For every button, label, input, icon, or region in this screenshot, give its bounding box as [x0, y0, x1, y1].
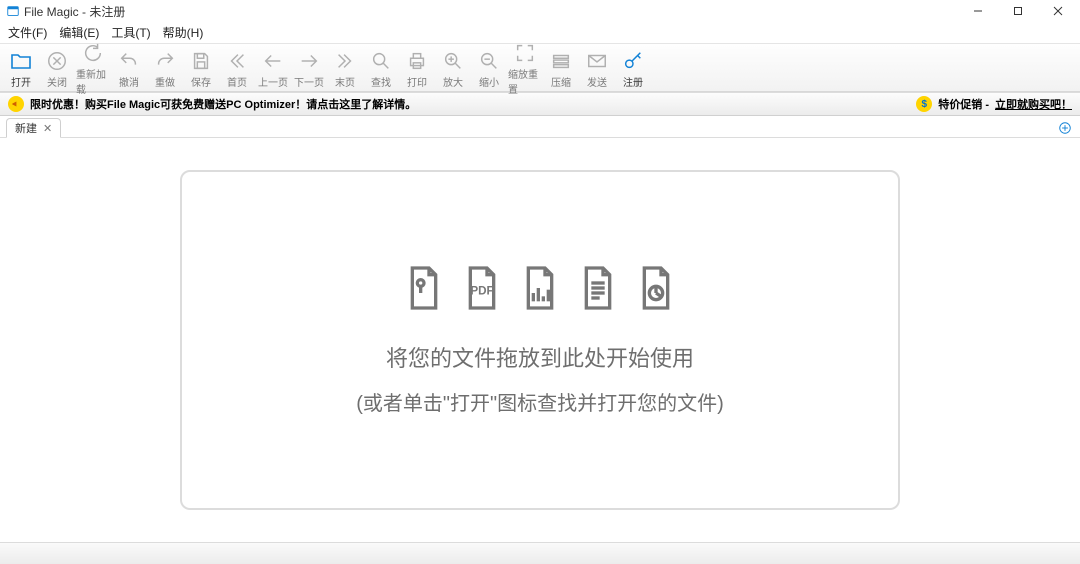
toolbar-label: 保存 — [191, 74, 211, 89]
find-button[interactable]: 查找 — [364, 49, 398, 89]
zoom-out-icon — [477, 49, 501, 73]
toolbar: 打开 关闭 重新加载 撤消 重做 保存 首页 — [0, 44, 1080, 92]
file-type-icons: PDF — [404, 264, 676, 317]
title-bar: File Magic - 未注册 — [0, 0, 1080, 22]
tab-bar: 新建 ✕ — [0, 116, 1080, 138]
open-button[interactable]: 打开 — [4, 49, 38, 89]
undo-icon — [117, 49, 141, 73]
dropzone-line1: 将您的文件拖放到此处开始使用 — [386, 341, 694, 373]
promo-right[interactable]: $ 特价促销 - 立即就购买吧！ — [916, 96, 1072, 112]
toolbar-label: 重新加载 — [76, 66, 110, 96]
toolbar-label: 下一页 — [294, 74, 324, 89]
tab-new[interactable]: 新建 ✕ — [6, 118, 61, 138]
promo-left-text: 限时优惠！购买File Magic可获免费赠送PC Optimizer！请点击这… — [30, 96, 416, 112]
main-area: PDF 将您的文件拖放到此处开始使用 (或者单击"打开"图标查找并打开您的文件) — [0, 138, 1080, 542]
toolbar-label: 打开 — [11, 74, 31, 89]
archive-file-icon — [404, 264, 444, 317]
close-file-button[interactable]: 关闭 — [40, 49, 74, 89]
toolbar-label: 压缩 — [551, 74, 571, 89]
last-page-button[interactable]: 末页 — [328, 49, 362, 89]
close-button[interactable] — [1038, 0, 1078, 22]
key-icon — [621, 49, 645, 73]
reload-icon — [81, 41, 105, 65]
svg-text:PDF: PDF — [470, 285, 493, 298]
tab-label: 新建 — [15, 120, 37, 136]
status-bar — [0, 542, 1080, 564]
toolbar-label: 发送 — [587, 74, 607, 89]
piechart-file-icon — [636, 264, 676, 317]
zoom-in-button[interactable]: 放大 — [436, 49, 470, 89]
zoom-reset-icon — [513, 41, 537, 65]
toolbar-label: 缩小 — [479, 74, 499, 89]
save-button[interactable]: 保存 — [184, 49, 218, 89]
close-circle-icon — [45, 49, 69, 73]
dollar-icon: $ — [916, 96, 932, 112]
next-page-button[interactable]: 下一页 — [292, 49, 326, 89]
promo-right-label: 特价促销 - — [938, 96, 989, 112]
folder-open-icon — [9, 49, 33, 73]
toolbar-label: 缩放重置 — [508, 66, 542, 96]
megaphone-icon — [8, 96, 24, 112]
first-page-icon — [225, 49, 249, 73]
compress-icon — [549, 49, 573, 73]
promo-buy-link[interactable]: 立即就购买吧！ — [995, 96, 1072, 112]
app-icon — [6, 4, 20, 18]
register-button[interactable]: 注册 — [616, 49, 650, 89]
zoom-in-icon — [441, 49, 465, 73]
text-file-icon — [578, 264, 618, 317]
reload-button[interactable]: 重新加载 — [76, 41, 110, 96]
maximize-button[interactable] — [998, 0, 1038, 22]
dropzone-line2: (或者单击"打开"图标查找并打开您的文件) — [356, 387, 724, 416]
toolbar-label: 首页 — [227, 74, 247, 89]
compress-button[interactable]: 压缩 — [544, 49, 578, 89]
arrow-left-icon — [261, 49, 285, 73]
save-icon — [189, 49, 213, 73]
menu-tools[interactable]: 工具(T) — [111, 24, 150, 41]
chart-file-icon — [520, 264, 560, 317]
toolbar-label: 重做 — [155, 74, 175, 89]
new-tab-button[interactable] — [1056, 119, 1074, 137]
search-icon — [369, 49, 393, 73]
menu-help[interactable]: 帮助(H) — [163, 24, 204, 41]
window-controls — [958, 0, 1078, 22]
promo-left[interactable]: 限时优惠！购买File Magic可获免费赠送PC Optimizer！请点击这… — [8, 96, 416, 112]
menu-edit[interactable]: 编辑(E) — [59, 24, 99, 41]
tab-close-icon[interactable]: ✕ — [43, 122, 52, 135]
undo-button[interactable]: 撤消 — [112, 49, 146, 89]
last-page-icon — [333, 49, 357, 73]
redo-icon — [153, 49, 177, 73]
print-button[interactable]: 打印 — [400, 49, 434, 89]
zoom-reset-button[interactable]: 缩放重置 — [508, 41, 542, 96]
drop-zone[interactable]: PDF 将您的文件拖放到此处开始使用 (或者单击"打开"图标查找并打开您的文件) — [180, 170, 900, 510]
toolbar-label: 放大 — [443, 74, 463, 89]
first-page-button[interactable]: 首页 — [220, 49, 254, 89]
pdf-file-icon: PDF — [462, 264, 502, 317]
send-button[interactable]: 发送 — [580, 49, 614, 89]
toolbar-label: 上一页 — [258, 74, 288, 89]
redo-button[interactable]: 重做 — [148, 49, 182, 89]
toolbar-label: 打印 — [407, 74, 427, 89]
toolbar-label: 末页 — [335, 74, 355, 89]
prev-page-button[interactable]: 上一页 — [256, 49, 290, 89]
envelope-icon — [585, 49, 609, 73]
toolbar-label: 撤消 — [119, 74, 139, 89]
arrow-right-icon — [297, 49, 321, 73]
printer-icon — [405, 49, 429, 73]
toolbar-label: 注册 — [623, 74, 643, 89]
toolbar-label: 查找 — [371, 74, 391, 89]
window-title: File Magic - 未注册 — [24, 3, 125, 20]
minimize-button[interactable] — [958, 0, 998, 22]
zoom-out-button[interactable]: 缩小 — [472, 49, 506, 89]
menu-file[interactable]: 文件(F) — [8, 24, 47, 41]
toolbar-label: 关闭 — [47, 74, 67, 89]
